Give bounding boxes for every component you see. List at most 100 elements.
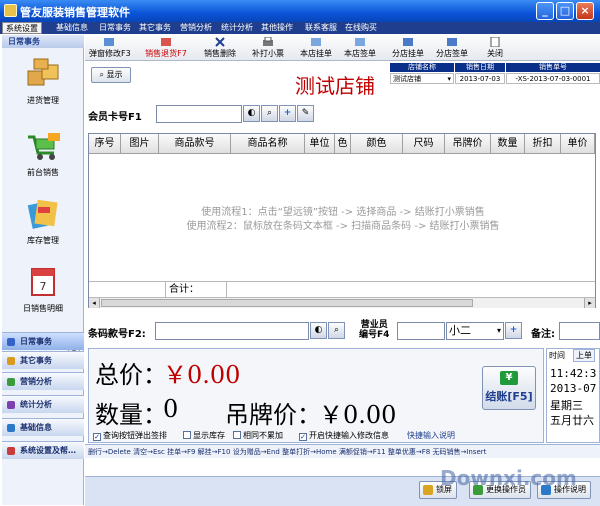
scroll-right-arrow[interactable]: ▸ <box>584 298 595 308</box>
tab-last-order[interactable]: 上单 <box>573 349 595 362</box>
total-row-label: 合计： <box>165 282 227 297</box>
store-sign-button[interactable]: 本店签单 <box>343 37 377 59</box>
nav-item-daily-sales[interactable]: 7 日销售明细 <box>2 263 84 321</box>
minimize-button[interactable]: _ <box>536 2 554 20</box>
summary-panel: 总价： ￥0.00 数量： 0 吊牌价： ￥0.00 ✓ 查询按钮弹出签排 显示库… <box>88 348 544 443</box>
edit-popup-button[interactable]: 弹窗修改F3 <box>89 37 131 59</box>
sales-delete-button[interactable]: 销售删除 <box>203 37 237 59</box>
salesperson-add-button[interactable]: + <box>505 322 522 339</box>
menu-bar: 系统设置 基础信息 日常事务 其它事务 营销分析 统计分析 其他操作 联系客服 … <box>0 22 600 34</box>
member-search-button[interactable]: ⌕ <box>261 105 278 122</box>
store-name-select[interactable]: 测试店铺 ▾ <box>390 73 454 84</box>
menu-contact-support[interactable]: 联系客服 <box>302 22 340 34</box>
option-show-stock[interactable]: 显示库存 <box>183 430 225 441</box>
column-header[interactable]: 序号 <box>89 134 121 154</box>
nav-item-front-sales[interactable]: 前台销售 <box>2 127 84 185</box>
branch-hold-button[interactable]: 分店挂单 <box>391 37 425 59</box>
print-icon <box>263 37 273 46</box>
store-hold-button[interactable]: 本店挂单 <box>299 37 333 59</box>
branch-sign-button[interactable]: 分店签单 <box>435 37 469 59</box>
option-quick-input[interactable]: ✓ 开启快捷输入修改信息 <box>299 430 389 441</box>
quick-input-help-link[interactable]: 快捷输入说明 <box>407 430 455 441</box>
tab-time[interactable]: 时间 <box>549 350 565 361</box>
scroll-thumb[interactable] <box>101 299 473 307</box>
column-header[interactable]: 商品名称 <box>231 134 305 154</box>
checkbox[interactable]: ✓ <box>299 433 307 441</box>
sales-return-button[interactable]: 销售退货F7 <box>145 37 187 59</box>
column-header[interactable]: 吊牌价 <box>445 134 491 154</box>
reprint-receipt-button[interactable]: 补打小票 <box>251 37 285 59</box>
member-card-input[interactable] <box>156 105 242 123</box>
menu-other-operations[interactable]: 其他操作 <box>258 22 296 34</box>
scroll-left-arrow[interactable]: ◂ <box>89 298 100 308</box>
member-lookup-button[interactable]: ◐ <box>243 105 260 122</box>
nav-item-label: 库存管理 <box>27 236 59 245</box>
checkbox[interactable]: ✓ <box>93 433 101 441</box>
section-icon <box>7 424 15 432</box>
column-header[interactable]: 图片 <box>121 134 159 154</box>
menu-marketing-analysis[interactable]: 营销分析 <box>177 22 215 34</box>
column-header[interactable]: 尺码 <box>403 134 445 154</box>
horizontal-scrollbar[interactable]: ◂ ▸ <box>89 297 595 308</box>
salesperson-label: 营业员 编号F4 <box>359 320 390 340</box>
nav-section-other[interactable]: 其它事务 <box>2 351 84 369</box>
column-header[interactable]: 折扣 <box>525 134 561 154</box>
option-no-accumulate[interactable]: 相同不累加 <box>233 430 283 441</box>
return-icon <box>161 38 171 46</box>
column-header[interactable]: 颜色 <box>351 134 403 154</box>
delete-icon <box>215 37 225 47</box>
nav-section-basic-info[interactable]: 基础信息 <box>2 418 84 436</box>
salesperson-select[interactable]: 小二 ▾ <box>446 322 504 340</box>
clock-date: 2013-07 <box>550 382 597 395</box>
nav-item-purchase[interactable]: 进货管理 <box>2 55 84 113</box>
barcode-search-button[interactable]: ⌕ <box>328 322 345 339</box>
time-panel: 时间 上单 11:42:3 2013-07 星期三 五月廿六 <box>546 348 600 443</box>
column-header[interactable]: 数量 <box>491 134 525 154</box>
column-header[interactable]: 商品款号 <box>159 134 231 154</box>
nav-item-inventory[interactable]: 库存管理 <box>2 195 84 253</box>
lookup-icon: ◐ <box>314 325 323 335</box>
plus-icon: + <box>283 108 292 118</box>
menu-daily-affairs[interactable]: 日常事务 <box>96 22 134 34</box>
menu-basic-info[interactable]: 基础信息 <box>53 22 91 34</box>
member-edit-button[interactable]: ✎ <box>297 105 314 122</box>
barcode-lookup-button[interactable]: ◐ <box>310 322 327 339</box>
nav-section-daily[interactable]: 日常事务 <box>2 332 84 350</box>
store-title: 测试店铺 <box>295 74 375 98</box>
pencil-icon: ✎ <box>301 108 310 118</box>
column-header[interactable]: 单价 <box>561 134 595 154</box>
total-price-label: 总价： <box>95 361 167 389</box>
shortcut-hints: 删行→Delete 清空→Esc 挂单→F9 解挂→F10 设为赠品→End 整… <box>85 444 600 458</box>
store-name-header: 店铺名称 <box>390 63 454 72</box>
salesperson-no-input[interactable] <box>397 322 445 340</box>
clock-time: 11:42:3 <box>550 367 597 380</box>
nav-item-label: 前台销售 <box>27 168 59 177</box>
menu-buy-online[interactable]: 在线购买 <box>342 22 380 34</box>
display-button[interactable]: ⌕ 显示 <box>91 67 131 83</box>
option-query-popup[interactable]: ✓ 查询按钮弹出签排 <box>93 430 167 441</box>
nav-item-label: 日销售明细 <box>23 304 63 313</box>
edit-icon <box>104 38 114 46</box>
column-header[interactable]: 单位 <box>305 134 335 154</box>
section-icon <box>7 338 15 346</box>
remark-input[interactable] <box>559 322 600 340</box>
menu-system-settings[interactable]: 系统设置 <box>2 22 42 34</box>
quantity-value: 0 <box>163 395 179 423</box>
member-add-button[interactable]: + <box>279 105 296 122</box>
column-header[interactable]: 色 <box>335 134 351 154</box>
checkout-button[interactable]: ¥ 结账[F5] <box>482 366 536 410</box>
menu-other-affairs[interactable]: 其它事务 <box>136 22 174 34</box>
checkbox[interactable] <box>183 431 191 439</box>
close-button[interactable]: × <box>576 2 594 20</box>
maximize-button[interactable]: □ <box>556 2 574 20</box>
section-icon <box>7 401 15 409</box>
menu-statistics[interactable]: 统计分析 <box>218 22 256 34</box>
barcode-input[interactable] <box>155 322 309 340</box>
nav-section-system-help[interactable]: 系统设置及帮… <box>2 441 84 459</box>
checkbox[interactable] <box>233 431 241 439</box>
nav-section-statistics[interactable]: 统计分析 <box>2 395 84 413</box>
close-page-button[interactable]: 关闭 <box>483 37 507 59</box>
total-price-value: ￥0.00 <box>163 361 241 389</box>
nav-section-marketing[interactable]: 营销分析 <box>2 372 84 390</box>
sales-grid: 序号 图片 商品款号 商品名称 单位 色 颜色 尺码 吊牌价 数量 折扣 单价 … <box>88 133 596 308</box>
